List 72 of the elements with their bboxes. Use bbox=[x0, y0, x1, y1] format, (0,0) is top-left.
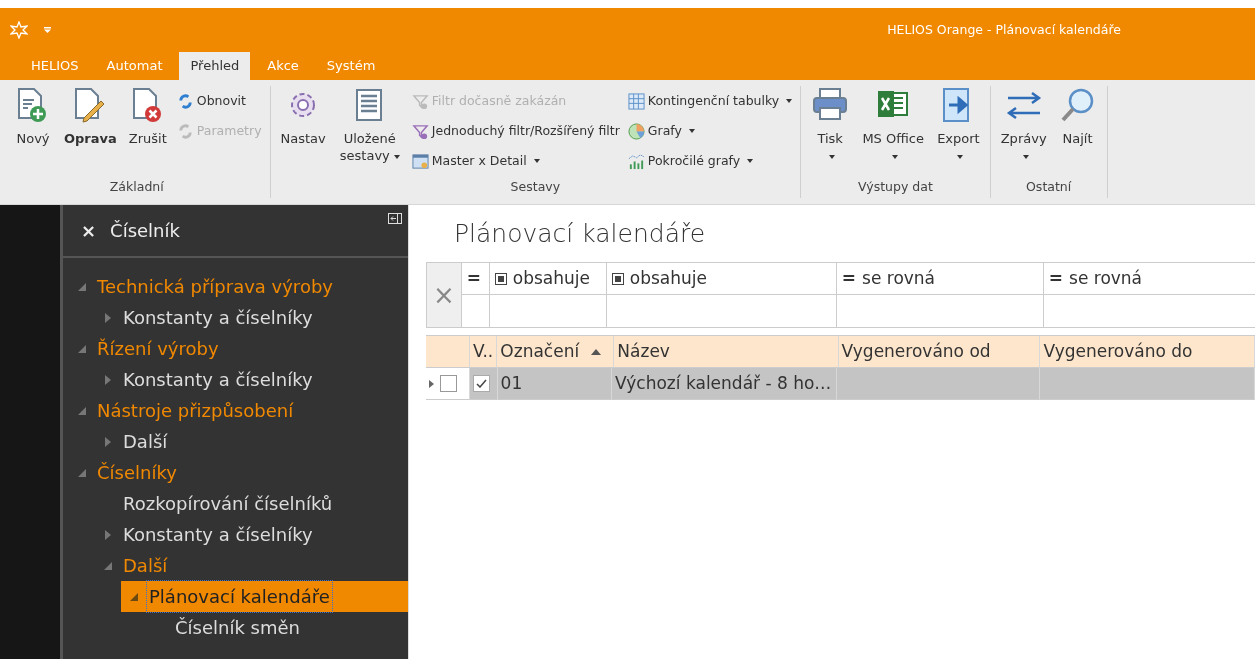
ribbon-button[interactable]: Zprávy bbox=[996, 86, 1051, 178]
window-title: HELIOS Orange - Plánovací kalendáře bbox=[887, 20, 1121, 39]
expanded-arrow-icon[interactable] bbox=[78, 406, 86, 415]
page-title: Plánovací kalendáře bbox=[453, 218, 707, 250]
ribbon-button[interactable]: Pokročilé grafy bbox=[625, 146, 795, 176]
window-icon bbox=[411, 152, 429, 170]
expanded-arrow-icon[interactable] bbox=[130, 592, 138, 601]
checkbox[interactable] bbox=[440, 375, 457, 392]
group-label: Základní bbox=[108, 178, 165, 196]
ribbon-button[interactable]: MS Office bbox=[857, 86, 930, 178]
chart-icon bbox=[627, 152, 645, 170]
close-button[interactable]: × bbox=[81, 217, 111, 244]
ribbon-tab[interactable]: Přehled bbox=[179, 52, 251, 80]
funnel-icon bbox=[411, 122, 429, 140]
collapsed-arrow-icon[interactable] bbox=[105, 436, 111, 447]
table-cell: 01 bbox=[497, 368, 613, 400]
column-header[interactable]: Název bbox=[614, 336, 839, 368]
table-icon bbox=[627, 92, 645, 110]
tree-item[interactable]: Řízení výroby bbox=[63, 333, 408, 364]
group-label: Sestavy bbox=[509, 178, 562, 196]
ribbon-button[interactable]: Master x Detail bbox=[409, 146, 622, 176]
tree-item[interactable]: Číselníky bbox=[63, 457, 408, 488]
ribbon-button[interactable]: Oprava bbox=[60, 86, 121, 178]
ribbon-button[interactable]: Grafy bbox=[625, 116, 795, 146]
tree-item[interactable]: Konstanty a číselníky bbox=[63, 364, 408, 395]
pie-chart-icon bbox=[627, 122, 645, 140]
quick-access-caret-icon[interactable] bbox=[44, 27, 51, 33]
column-header[interactable]: Vygenerováno do bbox=[1040, 336, 1255, 368]
checkmark-icon bbox=[476, 379, 488, 388]
tree-item[interactable]: Další bbox=[63, 550, 408, 581]
ribbon-button[interactable]: Kontingenční tabulky bbox=[625, 86, 795, 116]
sort-arrow-icon bbox=[591, 348, 602, 355]
ribbon-button[interactable]: Tisk bbox=[807, 86, 854, 178]
panel-title: Číselník bbox=[110, 219, 180, 243]
ribbon-button[interactable]: Export bbox=[933, 86, 984, 178]
collapsed-arrow-icon[interactable] bbox=[105, 529, 111, 540]
funnel-icon bbox=[411, 92, 429, 110]
column-header[interactable]: Vygenerováno od bbox=[838, 336, 1041, 368]
table-cell: Výchozí kalendář - 8 ho… bbox=[612, 368, 838, 400]
row-expander-icon[interactable] bbox=[429, 379, 434, 388]
ribbon-button[interactable]: Zrušit bbox=[124, 86, 171, 178]
ribbon-button[interactable]: Nový bbox=[10, 86, 56, 178]
expanded-arrow-icon[interactable] bbox=[78, 468, 86, 477]
tree-item[interactable]: Další bbox=[63, 426, 408, 457]
group-label: Ostatní bbox=[1025, 178, 1073, 196]
tree-item[interactable]: Technická příprava výroby bbox=[63, 271, 408, 302]
expanded-arrow-icon[interactable] bbox=[104, 561, 112, 570]
column-header[interactable]: V.. bbox=[469, 336, 498, 368]
app-logo-icon bbox=[10, 21, 28, 39]
tree-item[interactable]: Konstanty a číselníky bbox=[63, 519, 408, 550]
collapsed-arrow-icon[interactable] bbox=[105, 312, 111, 323]
square-icon bbox=[611, 272, 624, 285]
expanded-arrow-icon[interactable] bbox=[78, 282, 86, 291]
ribbon-button[interactable]: Jednoduchý filtr/Rozšířený filtr bbox=[409, 116, 622, 146]
ribbon-button[interactable]: Nastav bbox=[276, 86, 330, 178]
tree-item[interactable]: Nástroje přizpůsobení bbox=[63, 395, 408, 426]
tree-item[interactable]: Plánovací kalendáře bbox=[121, 581, 408, 612]
tree-item[interactable]: Konstanty a číselníky bbox=[63, 302, 408, 333]
collapsed-arrow-icon[interactable] bbox=[105, 374, 111, 385]
tree-item[interactable]: Číselník směn bbox=[63, 612, 408, 643]
column-header[interactable]: Označení bbox=[497, 336, 615, 368]
ribbon-button[interactable]: Obnovit bbox=[174, 86, 264, 116]
pin-icon[interactable] bbox=[388, 213, 402, 224]
ribbon-button[interactable]: Najít bbox=[1054, 86, 1101, 178]
tree-item[interactable]: Rozkopírování číselníků bbox=[63, 488, 408, 519]
refresh-icon bbox=[176, 122, 194, 140]
expanded-arrow-icon[interactable] bbox=[78, 344, 86, 353]
group-label: Výstupy dat bbox=[857, 178, 934, 196]
refresh-icon bbox=[176, 92, 194, 110]
table-row[interactable]: 01 Výchozí kalendář - 8 ho… bbox=[426, 368, 1255, 400]
ribbon-button[interactable]: Uložené sestavy bbox=[333, 86, 406, 178]
square-icon bbox=[494, 272, 507, 285]
